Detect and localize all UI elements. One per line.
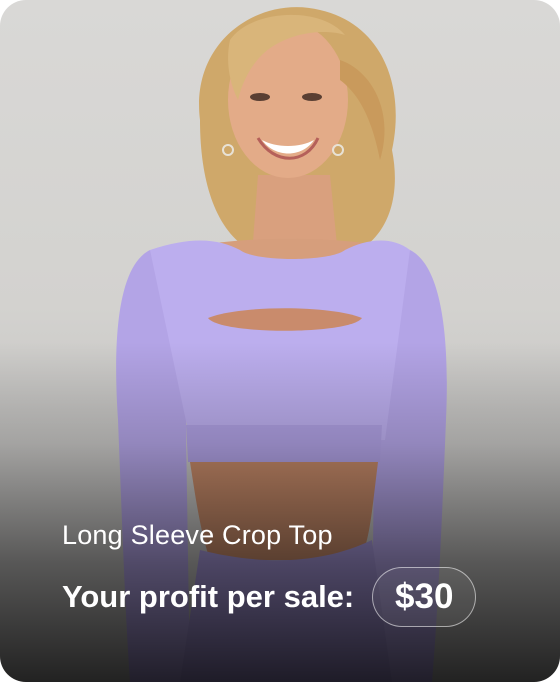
product-card[interactable]: Long Sleeve Crop Top Your profit per sal…	[0, 0, 560, 682]
profit-price-badge: $30	[372, 567, 477, 627]
bottom-gradient-overlay	[0, 342, 560, 682]
profit-row: Your profit per sale: $30	[62, 566, 477, 628]
profit-label: Your profit per sale:	[62, 579, 355, 614]
product-title: Long Sleeve Crop Top	[62, 520, 333, 550]
